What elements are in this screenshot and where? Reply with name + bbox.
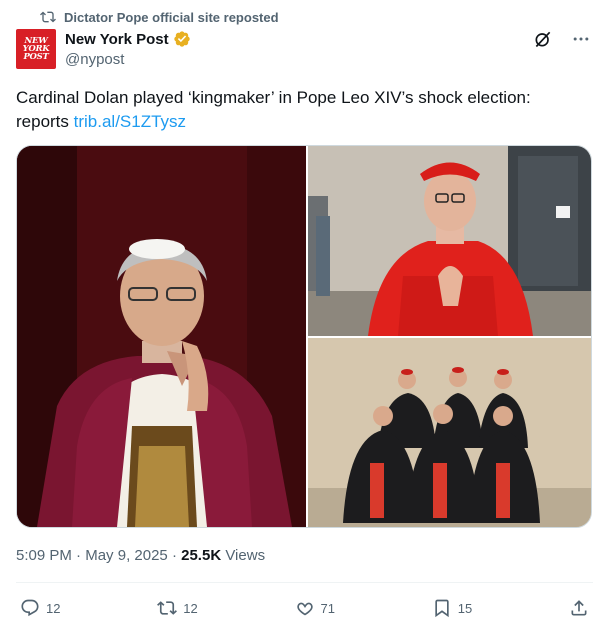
avatar[interactable]: NEW YORK POST <box>16 29 56 69</box>
tweet-text: Cardinal Dolan played ‘kingmaker’ in Pop… <box>16 86 586 134</box>
retweet-icon <box>157 601 178 615</box>
views-count: 25.5K <box>181 547 222 564</box>
tweet-link[interactable]: trib.al/S1ZTysz <box>74 112 186 131</box>
photo-group-illustration <box>308 338 591 527</box>
separator-dot: · <box>171 547 177 564</box>
author-handle[interactable]: @nypost <box>65 51 191 68</box>
verified-badge-icon[interactable] <box>173 30 191 48</box>
like-button[interactable]: 71 <box>295 598 335 618</box>
tweet-timestamp[interactable]: 5:09 PM · May 9, 2025 · 25.5K Views <box>16 547 265 564</box>
retweet-count: 12 <box>183 600 198 616</box>
photo-cardinal-illustration <box>308 146 591 336</box>
tweet-top-actions <box>533 29 591 49</box>
author-name[interactable]: New York Post <box>65 31 169 48</box>
tweet-date: May 9, 2025 <box>85 547 168 564</box>
retweet-button[interactable]: 12 <box>157 598 198 618</box>
divider <box>16 582 593 583</box>
photo-pope[interactable] <box>17 146 306 527</box>
repost-context[interactable]: Dictator Pope official site reposted <box>40 8 279 26</box>
bookmark-icon <box>435 599 449 618</box>
like-icon <box>296 602 313 616</box>
repost-icon <box>40 11 56 23</box>
tweet-time: 5:09 PM <box>16 547 72 564</box>
views-label: Views <box>225 547 266 564</box>
bookmark-button[interactable]: 15 <box>432 598 472 618</box>
photo-pope-illustration <box>17 146 306 527</box>
photo-cardinals-group[interactable] <box>308 338 591 527</box>
reply-icon <box>21 599 39 617</box>
photo-cardinal-dolan[interactable] <box>308 146 591 336</box>
like-count: 71 <box>320 600 335 616</box>
separator-dot: · <box>76 547 82 564</box>
reply-count: 12 <box>46 600 61 616</box>
media-grid[interactable] <box>16 145 592 528</box>
author-block: New York Post @nypost <box>65 29 191 68</box>
share-icon <box>571 600 587 616</box>
repost-text: Dictator Pope official site reposted <box>64 9 279 25</box>
bookmark-count: 15 <box>457 600 473 616</box>
share-button[interactable] <box>569 598 589 618</box>
more-icon[interactable] <box>571 29 591 49</box>
reply-button[interactable]: 12 <box>20 598 60 618</box>
engagement-bar: 12 12 71 15 <box>20 596 589 620</box>
grok-icon[interactable] <box>533 29 553 49</box>
avatar-line-3: POST <box>23 52 49 62</box>
